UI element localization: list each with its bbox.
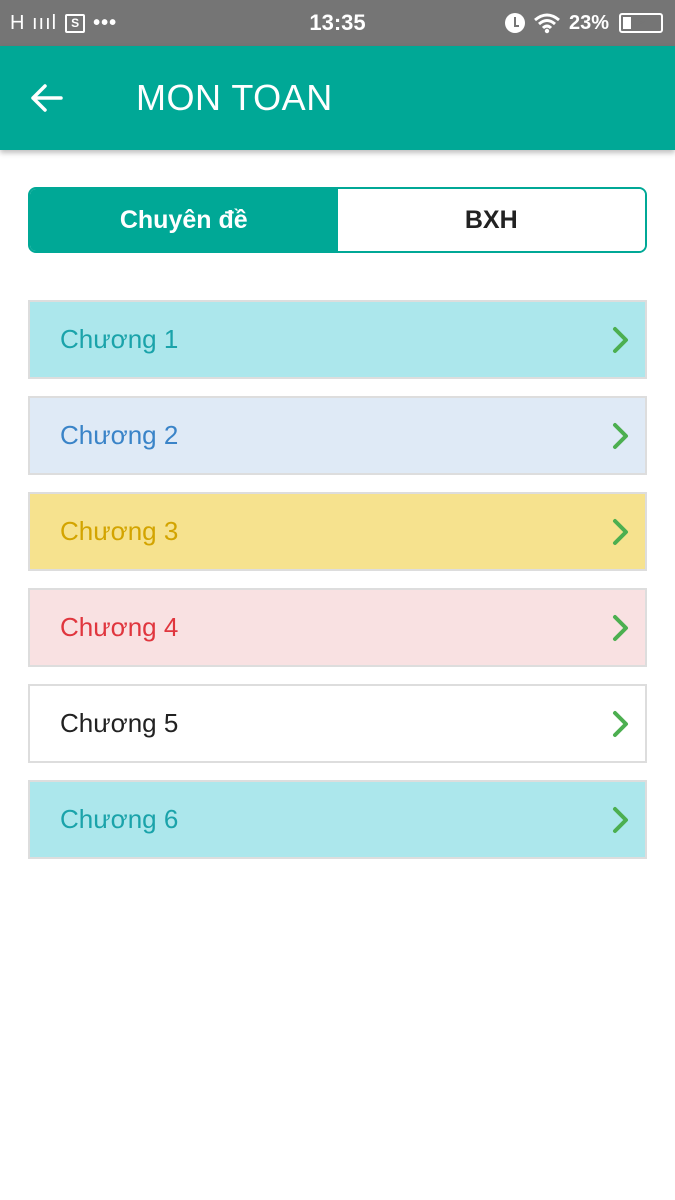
back-button[interactable] bbox=[0, 46, 92, 150]
chapter-item-2[interactable]: Chương 2 bbox=[28, 396, 647, 475]
chapter-label: Chương 6 bbox=[60, 804, 179, 834]
chapter-label: Chương 1 bbox=[60, 324, 179, 354]
app-bar: MON TOAN bbox=[0, 46, 675, 150]
chevron-right-icon bbox=[613, 518, 628, 545]
status-bar: H ıııl S ••• 23% ⚡ 13:35 bbox=[0, 0, 675, 46]
status-left: H ıııl S ••• bbox=[10, 12, 117, 35]
tab-chuyen-de[interactable]: Chuyên đề bbox=[30, 189, 338, 251]
chapter-label: Chương 3 bbox=[60, 516, 179, 546]
chapter-item-1[interactable]: Chương 1 bbox=[28, 300, 647, 379]
page-title: MON TOAN bbox=[136, 77, 333, 118]
chapter-item-6[interactable]: Chương 6 bbox=[28, 780, 647, 859]
battery-icon: ⚡ bbox=[619, 13, 663, 33]
signal-icon: H ıııl bbox=[10, 11, 58, 34]
chapter-list: Chương 1 Chương 2 Chương 3 Chương 4 Chươ… bbox=[28, 300, 647, 876]
chevron-right-icon bbox=[613, 614, 628, 641]
chapter-item-5[interactable]: Chương 5 bbox=[28, 684, 647, 763]
alarm-icon bbox=[504, 13, 525, 33]
arrow-left-icon bbox=[31, 84, 63, 112]
tab-switch: Chuyên đề BXH bbox=[28, 187, 647, 253]
chevron-right-icon bbox=[613, 806, 628, 833]
chapter-label: Chương 5 bbox=[60, 708, 179, 738]
chapter-item-3[interactable]: Chương 3 bbox=[28, 492, 647, 571]
wifi-icon bbox=[534, 13, 560, 34]
chapter-item-4[interactable]: Chương 4 bbox=[28, 588, 647, 667]
chapter-label: Chương 2 bbox=[60, 420, 179, 450]
chevron-right-icon bbox=[613, 422, 628, 449]
more-notifications-icon: ••• bbox=[93, 11, 118, 34]
status-right: 23% ⚡ bbox=[504, 11, 663, 35]
tab-bxh[interactable]: BXH bbox=[337, 189, 645, 251]
battery-percent: 23% bbox=[568, 11, 609, 34]
battery-bolt-icon: ⚡ bbox=[635, 14, 647, 31]
chevron-right-icon bbox=[613, 710, 628, 737]
chevron-right-icon bbox=[613, 326, 628, 353]
sim-icon: S bbox=[65, 13, 86, 33]
chapter-label: Chương 4 bbox=[60, 612, 179, 642]
